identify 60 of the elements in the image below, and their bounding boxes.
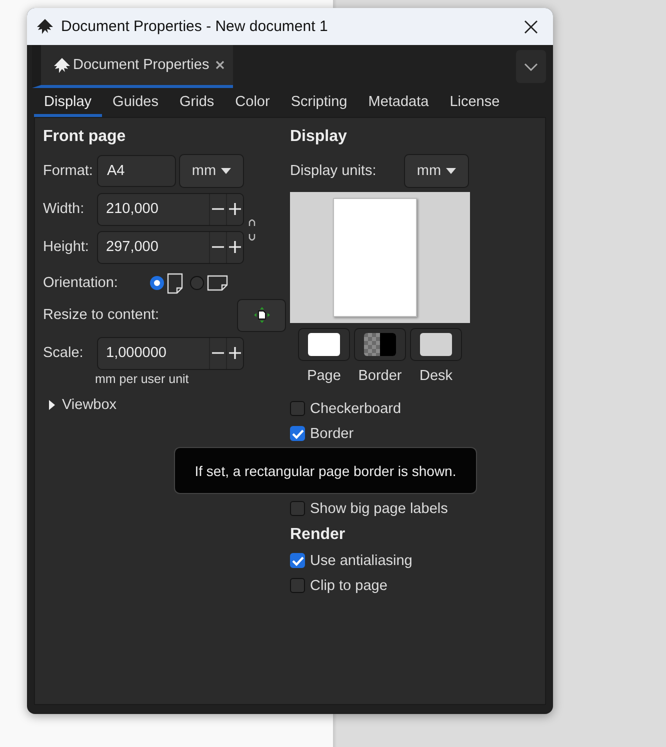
portrait-page-icon — [166, 272, 183, 294]
close-icon — [215, 60, 226, 70]
dock-tab-label[interactable]: Document Properties — [73, 57, 210, 73]
app-logo-icon — [36, 18, 54, 35]
tooltip: If set, a rectangular page border is shown. — [174, 447, 477, 494]
tab[interactable]: Scripting — [280, 91, 358, 117]
tab[interactable]: Guides — [102, 91, 168, 117]
close-icon — [524, 20, 538, 34]
checkbox-row[interactable]: Use antialiasing — [290, 548, 545, 573]
dock-menu-button[interactable] — [516, 50, 546, 83]
resize-page-icon — [254, 307, 270, 323]
checkbox-row[interactable]: Show big page labels — [290, 496, 545, 521]
dock-tab[interactable]: Document Properties — [32, 45, 234, 88]
color-button[interactable] — [410, 328, 462, 361]
checkbox[interactable] — [290, 501, 305, 516]
radio-button[interactable] — [190, 276, 204, 290]
tab[interactable]: Grids — [170, 91, 224, 117]
section-heading: Display — [290, 128, 348, 147]
landscape-page-icon — [206, 275, 228, 291]
checkbox[interactable] — [290, 578, 305, 593]
field-label: Height: — [43, 239, 90, 255]
unit-note: mm per user unit — [95, 372, 190, 388]
swatch-label: Border — [358, 368, 402, 384]
swatch-label: Desk — [419, 368, 453, 384]
tab[interactable]: License — [440, 91, 510, 117]
resize-button[interactable] — [237, 298, 286, 332]
checkmark-icon — [292, 556, 304, 566]
checkbox[interactable] — [290, 401, 305, 416]
section-heading: Front page — [43, 128, 127, 147]
checkmark-icon — [292, 428, 304, 438]
caret-icon — [221, 168, 232, 174]
lock-ratio-button[interactable] — [248, 217, 256, 243]
triangle-right-icon — [48, 400, 56, 410]
viewbox-expander[interactable]: Viewbox — [43, 397, 117, 413]
radio-button[interactable] — [150, 276, 164, 290]
field-label: Width: — [43, 201, 86, 217]
checkbox[interactable] — [290, 553, 305, 568]
field-label: Orientation: — [43, 275, 118, 291]
unit-dropdown[interactable]: mm — [404, 154, 469, 188]
tab[interactable]: Metadata — [358, 91, 439, 117]
window-title: Document Properties - New document 1 — [61, 18, 329, 35]
chain-link-icon — [248, 217, 256, 243]
field-label: Format: — [43, 163, 94, 179]
color-button[interactable] — [298, 328, 350, 361]
checkbox[interactable] — [290, 426, 305, 441]
checkbox-row[interactable]: Clip to page — [290, 573, 545, 598]
app-logo-icon — [53, 56, 71, 74]
checkbox-row[interactable]: Border — [290, 421, 545, 446]
field-label: Scale: — [43, 345, 84, 361]
section-heading: Render — [290, 526, 346, 545]
swatch-label: Page — [307, 368, 341, 384]
field-label: Resize to content: — [43, 307, 160, 323]
unit-dropdown[interactable]: mm — [179, 154, 244, 188]
field-label: Display units: — [290, 163, 376, 179]
format-field[interactable]: A4 — [97, 155, 176, 187]
caret-icon — [446, 168, 456, 174]
color-button[interactable] — [354, 328, 406, 361]
checkbox-row[interactable]: Checkerboard — [290, 396, 545, 421]
chevron-down-icon — [524, 62, 538, 70]
tab[interactable]: Color — [225, 91, 280, 117]
